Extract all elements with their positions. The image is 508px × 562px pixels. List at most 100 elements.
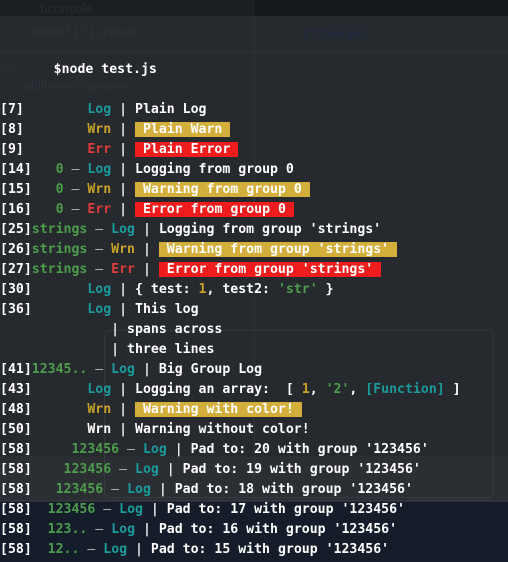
log-message: Logging an array: [ 1, '2', [Function] ] [135, 382, 461, 397]
log-level-label: Log [87, 102, 112, 117]
log-group-dash: – [79, 542, 104, 557]
log-message: { test: 1, test2: 'str' } [135, 282, 334, 297]
log-message-segment: 'str' [277, 282, 318, 297]
log-message-segment: Error from group 'strings' [166, 262, 374, 277]
log-separator: | [158, 462, 183, 477]
log-row: [36] Log | This log [0, 300, 508, 320]
log-message: Warning with color! [135, 402, 302, 417]
log-row: [14] 0 – Log | Logging from group 0 [0, 160, 508, 180]
log-row: [15] 0 – Wrn | Warning from group 0 [0, 180, 508, 200]
log-message: Pad to: 20 with group '123456' [191, 442, 429, 457]
log-line-number: [16] [0, 202, 32, 217]
log-level-label: Wrn [87, 402, 112, 417]
log-message-segment: Plain Error [142, 142, 231, 157]
log-line-number: [58] [0, 462, 32, 477]
log-gutter-pad [32, 202, 56, 217]
log-line-number: [14] [0, 162, 32, 177]
log-separator: | [103, 322, 128, 337]
log-separator: | [111, 402, 135, 417]
log-group-label: 123456 [63, 462, 112, 477]
log-separator: | [127, 542, 151, 557]
log-line-number: [50] [0, 422, 32, 437]
log-message-segment: , test2: [206, 282, 278, 297]
log-message: spans across [127, 322, 222, 337]
log-group-dash: – [63, 162, 88, 177]
shell-command: node test.js [61, 62, 157, 77]
log-message-segment: [Function] [365, 382, 445, 397]
log-gutter-pad [32, 182, 56, 197]
log-line-number: [58] [0, 542, 32, 557]
log-gutter-pad [32, 502, 48, 517]
terminal-output[interactable]: $node test.js [7] Log | Plain Log [8] Wrn… [0, 0, 508, 562]
log-group-dash: – [87, 222, 112, 237]
log-row: | three lines [0, 340, 508, 360]
log-line-number: [7] [0, 102, 24, 117]
log-message-segment: Pad to: 20 with group '123456' [190, 442, 429, 457]
shell-prompt: $ [53, 62, 62, 77]
log-level-label: Wrn [87, 182, 112, 197]
log-separator: | [135, 242, 159, 257]
log-level-label: Log [103, 542, 128, 557]
log-line-number: [25] [0, 222, 32, 237]
log-row-list: [7] Log | Plain Log [8] Wrn | Plain Warn … [0, 100, 508, 562]
log-separator: | [111, 142, 136, 157]
log-level-label: Log [111, 362, 135, 377]
log-message-segment: Warning with color! [142, 402, 294, 417]
log-message-segment: Logging from group 0 [135, 162, 294, 177]
log-message-segment: Warning from group 0 [142, 182, 302, 197]
log-gutter-pad [0, 322, 103, 337]
log-message-segment: Error from group 0 [142, 202, 286, 217]
log-row: [43] Log | Logging an array: [ 1, '2', [… [0, 380, 508, 400]
log-row: [7] Log | Plain Log [0, 100, 508, 120]
log-separator: | [111, 302, 135, 317]
log-separator: | [111, 122, 136, 137]
log-gutter-pad [24, 122, 88, 137]
log-gutter-pad [32, 542, 48, 557]
log-message-segment: ] [444, 382, 461, 397]
log-message-segment: Warning from group 'strings' [166, 242, 390, 257]
log-gutter-pad [32, 302, 88, 317]
log-row: [26]strings – Wrn | Warning from group '… [0, 240, 508, 260]
log-group-label: 0 [55, 162, 64, 177]
log-level-label: Wrn [87, 122, 112, 137]
log-line-number: [41] [0, 362, 32, 377]
log-line-number: [48] [0, 402, 32, 417]
log-line-number: [36] [0, 302, 32, 317]
log-message: three lines [127, 342, 214, 357]
log-group-label: strings [31, 222, 88, 237]
log-row: [25]strings – Log | Logging from group '… [0, 220, 508, 240]
log-message: This log [135, 302, 199, 317]
log-message: Big Group Log [159, 362, 262, 377]
log-gutter-pad [0, 342, 103, 357]
log-gutter-pad [24, 102, 88, 117]
log-message-segment: 1 [301, 382, 310, 397]
log-line-number: [30] [0, 282, 32, 297]
log-group-label: strings [31, 262, 88, 277]
log-row: [58] 123456 – Log | Pad to: 19 with grou… [0, 460, 508, 480]
log-line-number: [26] [0, 242, 32, 257]
log-group-label: 0 [55, 182, 64, 197]
log-line-number: [58] [0, 522, 32, 537]
log-level-label: Err [87, 202, 112, 217]
log-line-number: [8] [0, 122, 24, 137]
log-message: Pad to: 15 with group '123456' [151, 542, 389, 557]
log-message-segment: , [349, 382, 366, 397]
log-group-label: 0 [55, 202, 64, 217]
log-row: [16] 0 – Err | Error from group 0 [0, 200, 508, 220]
log-separator: | [142, 502, 167, 517]
log-line-number: [15] [0, 182, 32, 197]
log-level-label: Err [87, 142, 112, 157]
log-group-label: 123456 [55, 482, 104, 497]
log-message: Logging from group 0 [135, 162, 294, 177]
log-row: [27]strings – Err | Error from group 'st… [0, 260, 508, 280]
log-group-label: 12.. [47, 542, 80, 557]
log-separator: | [166, 442, 191, 457]
log-level-label: Log [87, 302, 112, 317]
log-level-label: Wrn [87, 422, 112, 437]
log-message-segment: Plain Warn [142, 122, 223, 137]
log-separator: | [111, 382, 135, 397]
log-level-label: Log [87, 162, 112, 177]
log-group-label: 123456 [47, 502, 96, 517]
log-level-label: Log [135, 462, 159, 477]
log-row: [48] Wrn | Warning with color! [0, 400, 508, 420]
